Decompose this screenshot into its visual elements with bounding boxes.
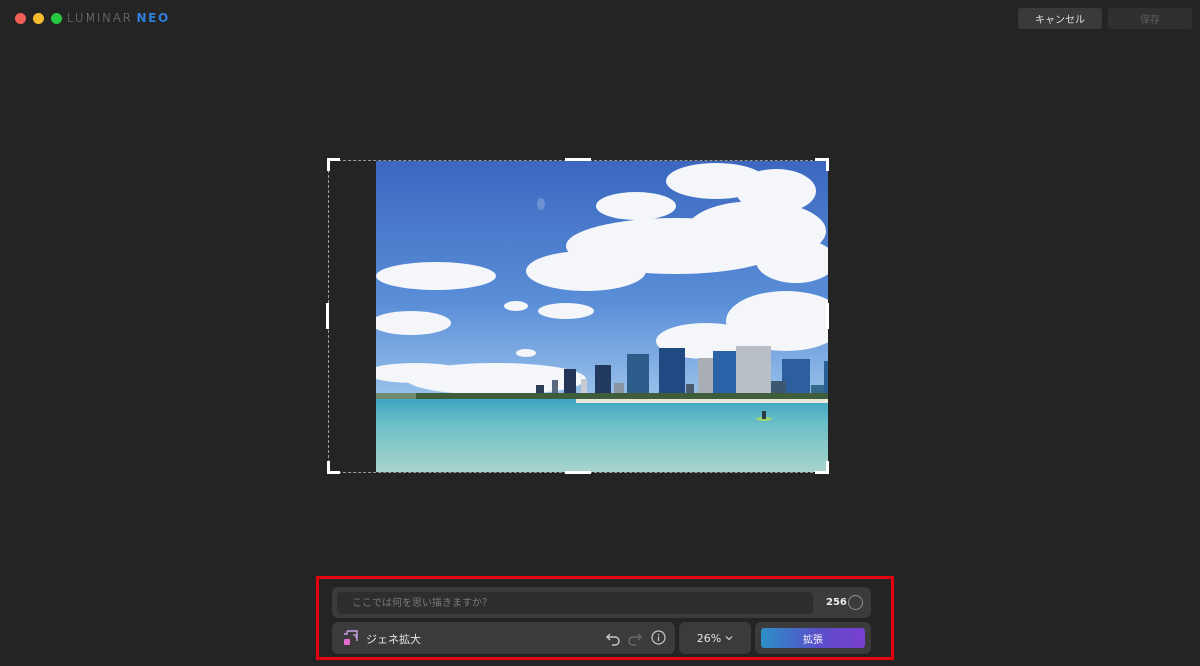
char-progress-ring-icon bbox=[848, 595, 863, 610]
tool-name: ジェネ拡大 bbox=[366, 633, 421, 646]
expansion-area bbox=[329, 161, 376, 472]
window-controls bbox=[15, 13, 62, 24]
crop-handle-bottom-left[interactable] bbox=[327, 461, 330, 474]
logo-text-neo: NEO bbox=[136, 11, 170, 25]
save-button[interactable]: 保存 bbox=[1108, 8, 1192, 29]
app-logo: LUMINAR NEO bbox=[67, 11, 170, 25]
crop-handle-right[interactable] bbox=[826, 303, 829, 329]
crop-handle-top-left[interactable] bbox=[327, 158, 330, 171]
crop-handle-bottom[interactable] bbox=[565, 471, 591, 474]
cancel-button[interactable]: キャンセル bbox=[1018, 8, 1102, 29]
crop-expand-icon bbox=[344, 630, 358, 645]
crop-handle-left[interactable] bbox=[326, 303, 329, 329]
zoom-value: 26% bbox=[696, 631, 722, 645]
undo-icon[interactable] bbox=[605, 630, 621, 646]
expand-canvas[interactable] bbox=[328, 160, 828, 473]
zoom-dropdown[interactable]: 26% bbox=[679, 622, 751, 654]
chevron-down-icon bbox=[725, 636, 733, 641]
minimize-window-button[interactable] bbox=[33, 13, 44, 24]
crop-handle-top-right[interactable] bbox=[826, 158, 829, 171]
redo-icon[interactable] bbox=[627, 630, 643, 646]
crop-handle-bottom-right[interactable] bbox=[826, 461, 829, 474]
logo-text-luminar: LUMINAR bbox=[67, 11, 133, 25]
crop-handle-top[interactable] bbox=[565, 158, 591, 161]
photo-preview bbox=[376, 161, 828, 472]
prompt-input[interactable] bbox=[337, 592, 813, 614]
char-limit-count: 256 bbox=[826, 597, 847, 608]
close-window-button[interactable] bbox=[15, 13, 26, 24]
maximize-window-button[interactable] bbox=[51, 13, 62, 24]
info-icon[interactable] bbox=[651, 630, 666, 645]
app-window: LUMINAR NEO キャンセル 保存 ここでは何を思い描きますか？ 256 … bbox=[0, 0, 1200, 666]
beach-photo bbox=[376, 161, 828, 472]
expand-button[interactable]: 拡張 bbox=[761, 628, 865, 648]
